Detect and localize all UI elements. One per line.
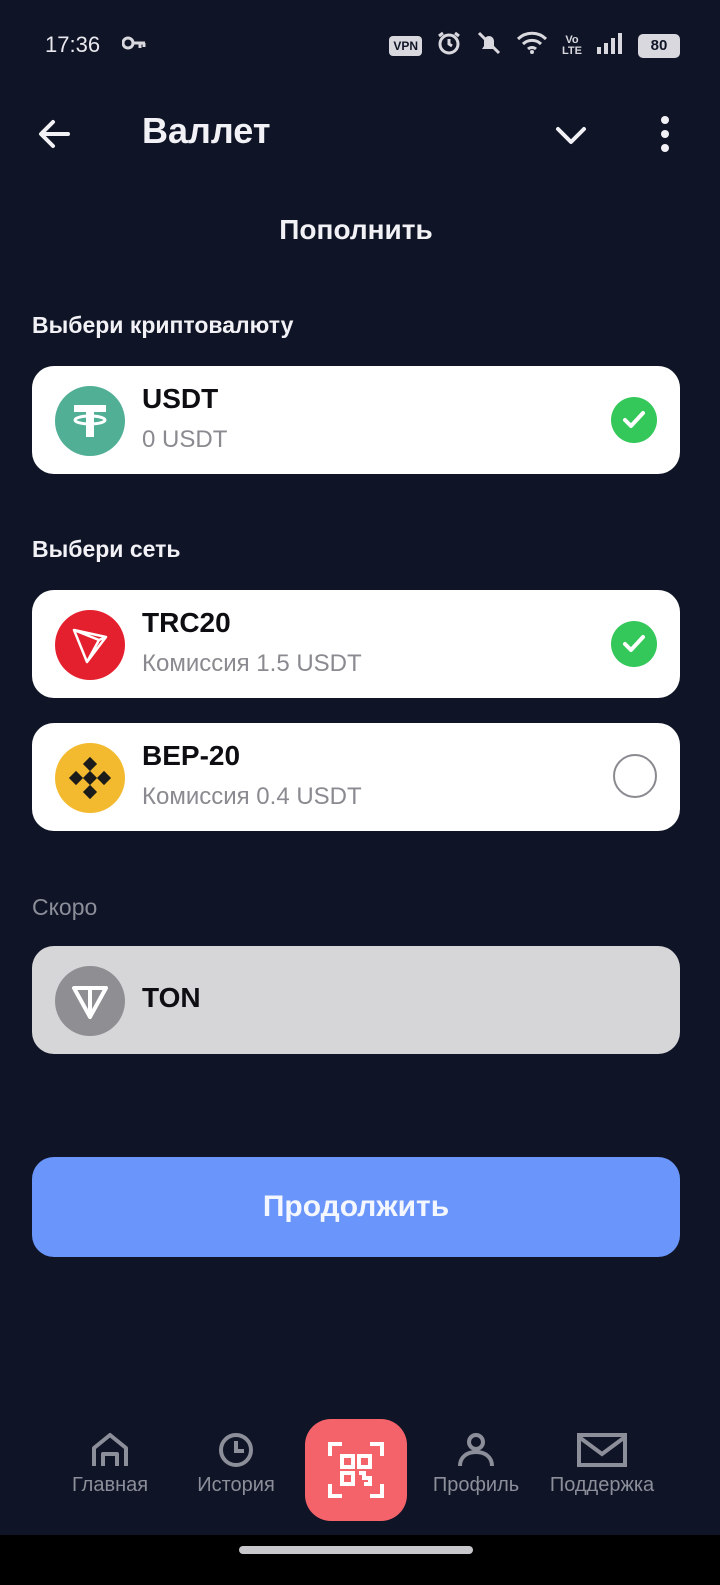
- volte-bottom: LTE: [562, 44, 582, 57]
- nav-item-history[interactable]: История: [171, 1432, 301, 1497]
- network-option-ton: TON: [32, 946, 680, 1054]
- network-fee: Комиссия 1.5 USDT: [142, 650, 362, 677]
- tether-icon: [55, 386, 125, 456]
- collapse-button[interactable]: [554, 118, 588, 157]
- tron-icon: [55, 610, 125, 680]
- status-icons: VPN Vo LTE 80: [389, 30, 680, 61]
- volte-indicator: Vo LTE: [562, 33, 582, 57]
- nav-label: История: [197, 1474, 275, 1496]
- network-title: TON: [142, 982, 201, 1013]
- network-option-trc20[interactable]: TRC20 Комиссия 1.5 USDT: [32, 590, 680, 698]
- crypto-title: USDT: [142, 383, 219, 414]
- nav-item-home[interactable]: Главная: [45, 1432, 175, 1497]
- check-circle-icon: [611, 397, 657, 443]
- mute-bell-icon: [476, 30, 502, 61]
- clock-icon: [219, 1433, 253, 1467]
- nav-item-support[interactable]: Поддержка: [537, 1432, 667, 1497]
- crypto-option-usdt[interactable]: USDT 0 USDT: [32, 366, 680, 474]
- vpn-key-icon: [121, 36, 146, 55]
- continue-button[interactable]: Продолжить: [32, 1157, 680, 1257]
- network-fee: Комиссия 0.4 USDT: [142, 783, 362, 810]
- network-section-label: Выбери сеть: [32, 536, 181, 562]
- volte-top: Vo: [565, 33, 579, 46]
- profile-icon: [458, 1433, 494, 1467]
- status-time: 17:36: [45, 32, 101, 57]
- more-vertical-icon: [661, 116, 669, 152]
- system-nav-bar: [0, 1535, 720, 1585]
- radio-unselected-icon: [613, 754, 657, 798]
- ton-icon: [55, 966, 125, 1036]
- mail-icon: [577, 1433, 627, 1467]
- chevron-down-icon: [556, 127, 586, 144]
- wifi-icon: [516, 31, 548, 60]
- network-title: TRC20: [142, 607, 231, 638]
- check-circle-icon: [611, 621, 657, 667]
- nav-label: Главная: [71, 1474, 149, 1496]
- crypto-section-label: Выбери криптовалюту: [32, 312, 294, 338]
- battery-indicator: 80: [638, 33, 680, 58]
- signal-icon: [596, 32, 624, 59]
- alarm-icon: [436, 30, 462, 61]
- arrow-left-icon: [39, 120, 70, 148]
- nav-label: Поддержка: [549, 1474, 655, 1496]
- page-title: Валлет: [142, 110, 271, 151]
- binance-icon: [55, 743, 125, 813]
- home-indicator[interactable]: [239, 1546, 473, 1554]
- crypto-balance: 0 USDT: [142, 426, 228, 453]
- soon-section-label: Скоро: [32, 894, 98, 920]
- page-subtitle: Пополнить: [279, 214, 433, 245]
- vpn-badge: VPN: [389, 35, 423, 56]
- more-menu-button[interactable]: [653, 114, 677, 159]
- network-title: BEP-20: [142, 740, 241, 771]
- nav-item-profile[interactable]: Профиль: [411, 1432, 541, 1497]
- qr-scan-icon: [328, 1442, 384, 1498]
- network-option-bep20[interactable]: BEP-20 Комиссия 0.4 USDT: [32, 723, 680, 831]
- nav-label: Профиль: [432, 1474, 520, 1496]
- home-icon: [92, 1433, 128, 1466]
- back-button[interactable]: [36, 116, 72, 157]
- qr-scan-button[interactable]: [305, 1419, 407, 1521]
